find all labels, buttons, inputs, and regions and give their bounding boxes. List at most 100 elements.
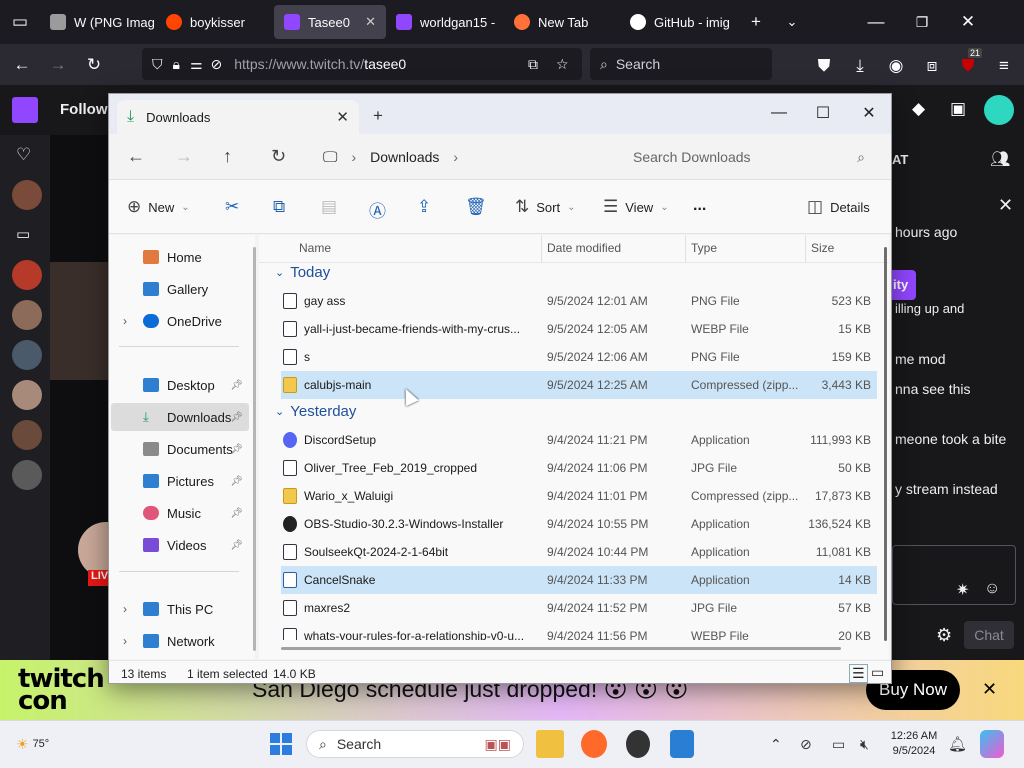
file-row-hovered[interactable]: calubjs-main 9/5/2024 12:25 AM Compresse…	[281, 371, 877, 399]
nav-item-network[interactable]: › Network	[111, 627, 249, 655]
search-downloads-input[interactable]: Search Downloads ⌕	[621, 142, 881, 172]
column-divider[interactable]	[541, 235, 542, 263]
file-row[interactable]: OBS-Studio-30.2.3-Windows-Installer 9/4/…	[281, 510, 877, 538]
menu-icon[interactable]: ≡	[986, 48, 1022, 84]
tab-overview-icon[interactable]: ▭	[0, 4, 40, 40]
column-date-modified[interactable]: Date modified	[547, 241, 621, 255]
horizontal-scrollbar[interactable]	[281, 647, 841, 650]
gift-icon[interactable]: ✷	[956, 580, 969, 600]
close-tab-icon[interactable]: ✕	[336, 108, 349, 126]
close-ad-icon[interactable]: ✕	[982, 679, 997, 700]
nav-scrollbar[interactable]	[253, 247, 256, 651]
channel-avatar[interactable]	[12, 460, 42, 490]
settings-gear-icon[interactable]: ⚙	[936, 625, 952, 646]
back-icon[interactable]: ←	[127, 146, 145, 167]
emote-icon[interactable]: ☺	[984, 580, 1000, 598]
breadcrumb[interactable]: 🖵︎ › Downloads ›	[323, 142, 609, 172]
paste-button[interactable]: ▤	[321, 197, 337, 217]
nav-item-music[interactable]: Music 📌︎	[111, 499, 249, 527]
new-tab-icon[interactable]: +	[738, 4, 774, 40]
pin-icon[interactable]: 📌︎	[230, 508, 243, 519]
display-icon[interactable]: ▭	[832, 730, 845, 758]
show-hidden-icons-icon[interactable]: ⌃	[770, 730, 782, 758]
restore-icon[interactable]: ❐	[904, 4, 940, 40]
close-window-icon[interactable]: ✕	[849, 99, 889, 127]
group-header-yesterday[interactable]: ⌄ Yesterday	[275, 403, 356, 420]
more-options-button[interactable]: ...	[693, 197, 706, 215]
camera-icon[interactable]: ▭	[16, 225, 30, 243]
up-icon[interactable]: ↑	[223, 146, 232, 167]
rename-button[interactable]: Ⓐ	[369, 197, 386, 222]
channel-avatar[interactable]	[12, 420, 42, 450]
nav-item-pictures[interactable]: Pictures 📌︎	[111, 467, 249, 495]
tiles-view-icon[interactable]: ▭	[871, 664, 884, 681]
forward-icon[interactable]: →	[175, 146, 193, 167]
sort-button[interactable]: ⇅ Sort ⌄	[515, 197, 575, 217]
back-icon[interactable]: ←	[4, 47, 40, 83]
pin-icon[interactable]: 📌︎	[230, 380, 243, 391]
nav-item-onedrive[interactable]: › OneDrive	[111, 307, 249, 335]
users-icon[interactable]: 👥︎	[990, 149, 1010, 169]
close-tab-icon[interactable]: ✕	[365, 14, 376, 30]
channel-avatar[interactable]	[12, 300, 42, 330]
bookmark-star-icon[interactable]: ☆	[556, 56, 569, 73]
channel-avatar[interactable]	[12, 180, 42, 210]
minimize-icon[interactable]: —	[858, 4, 894, 40]
pocket-icon[interactable]: ⛊	[806, 48, 842, 84]
extensions-icon[interactable]: ⧈	[914, 48, 950, 84]
browser-tab-3[interactable]: worldgan15 -	[386, 5, 504, 39]
browser-tab-1[interactable]: boykisser	[156, 5, 274, 39]
weather-widget[interactable]: ☀ 75°	[16, 730, 49, 758]
nav-item-gallery[interactable]: Gallery	[111, 275, 249, 303]
new-tab-icon[interactable]: +	[373, 106, 383, 126]
pin-icon[interactable]: 📌︎	[230, 476, 243, 487]
prime-icon[interactable]: ◆	[912, 99, 925, 119]
nav-item-home[interactable]: Home	[111, 243, 249, 271]
expand-chevron-icon[interactable]: ›	[123, 634, 127, 648]
channel-avatar[interactable]	[12, 380, 42, 410]
delete-button[interactable]: 🗑︎	[465, 197, 487, 217]
bits-icon[interactable]: ▣	[950, 99, 966, 119]
taskbar-search[interactable]: ⌕ Search ▣▣	[306, 730, 524, 758]
video-player[interactable]	[50, 262, 108, 380]
network-off-icon[interactable]: ⊘	[800, 730, 812, 758]
share-button[interactable]: ⇪	[417, 197, 431, 217]
view-button[interactable]: ☰ View ⌄	[603, 197, 669, 217]
chat-button[interactable]: Chat	[964, 621, 1014, 649]
list-tabs-icon[interactable]: ⌄	[774, 4, 810, 40]
file-row[interactable]: DiscordSetup 9/4/2024 11:21 PM Applicati…	[281, 426, 877, 454]
following-link[interactable]: Followi	[60, 101, 112, 118]
maximize-icon[interactable]: ☐	[803, 99, 843, 127]
expand-chevron-icon[interactable]: ›	[123, 314, 127, 328]
camera-off-icon[interactable]: ⊘	[211, 56, 223, 73]
lock-icon[interactable]: 🔒︎	[173, 56, 180, 73]
pin-icon[interactable]: 📌︎	[230, 540, 243, 551]
nav-item-videos[interactable]: Videos 📌︎	[111, 531, 249, 559]
file-row[interactable]: whats-your-rules-for-a-relationship-v0-u…	[281, 622, 877, 640]
pin-icon[interactable]: 📌︎	[230, 444, 243, 455]
file-row[interactable]: maxres2 9/4/2024 11:52 PM JPG File 57 KB	[281, 594, 877, 622]
obs-taskbar-icon[interactable]	[626, 730, 650, 758]
new-button[interactable]: ⊕ New ⌄	[127, 197, 190, 217]
breadcrumb-downloads[interactable]: Downloads	[370, 149, 439, 165]
breadcrumb-separator-icon[interactable]: ›	[351, 149, 356, 165]
nav-item-downloads[interactable]: ⤓ Downloads 📌︎	[111, 403, 249, 431]
reload-icon[interactable]: ↻	[76, 47, 112, 83]
file-row-selected[interactable]: CancelSnake 9/4/2024 11:33 PM Applicatio…	[281, 566, 877, 594]
downloads-icon[interactable]: ⤓	[842, 48, 878, 84]
details-view-icon[interactable]: ☰	[849, 664, 868, 683]
close-panel-icon[interactable]: ✕	[998, 195, 1013, 216]
file-row[interactable]: Oliver_Tree_Feb_2019_cropped 9/4/2024 11…	[281, 454, 877, 482]
user-avatar-icon[interactable]	[984, 95, 1014, 125]
file-row[interactable]: s 9/5/2024 12:06 AM PNG File 159 KB	[281, 343, 877, 371]
vertical-scrollbar[interactable]	[884, 247, 887, 641]
file-row[interactable]: yall-i-just-became-friends-with-my-crus.…	[281, 315, 877, 343]
browser-tab-5[interactable]: GitHub - imig	[620, 5, 738, 39]
channel-avatar[interactable]	[12, 260, 42, 290]
url-bar[interactable]: ⛉ 🔒︎ ⚌ ⊘ https://www.twitch.tv/tasee0 ⧉ …	[142, 48, 582, 80]
column-divider[interactable]	[805, 235, 806, 263]
expand-chevron-icon[interactable]: ›	[123, 602, 127, 616]
cut-button[interactable]: ✂	[225, 197, 239, 217]
explorer-tab[interactable]: ⤓ Downloads ✕	[117, 100, 359, 134]
browser-tab-active[interactable]: Tasee0 - Tw ✕	[274, 5, 386, 39]
